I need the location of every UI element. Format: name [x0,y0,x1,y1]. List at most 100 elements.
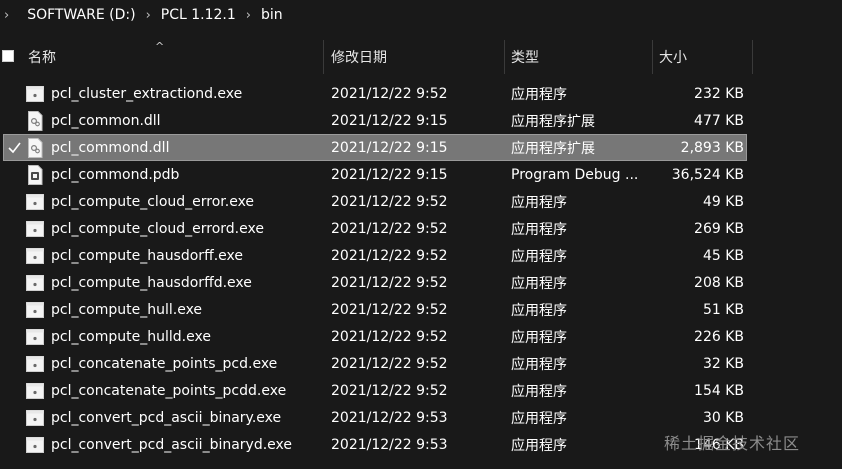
chevron-right-icon[interactable]: › [0,8,27,23]
column-header-size[interactable]: 大小 [653,40,753,74]
column-header-date-label: 修改日期 [331,50,387,66]
column-header: 名称 修改日期 类型 大小 [0,40,842,74]
exe-icon [25,350,45,377]
dll-icon [25,107,45,134]
file-date: 2021/12/22 9:53 [331,409,448,426]
column-header-type-label: 类型 [511,50,539,66]
file-size: 477 KB [694,112,744,129]
exe-icon [25,431,45,458]
column-header-size-label: 大小 [659,50,687,66]
list-item[interactable]: pcl_compute_cloud_errord.exe 2021/12/22 9… [0,215,842,242]
checkbox-checked-icon[interactable] [7,140,22,155]
exe-icon [25,215,45,242]
file-name[interactable]: pcl_concatenate_points_pcdd.exe [51,377,323,404]
file-date: 2021/12/22 9:52 [331,382,448,399]
file-size: 154 KB [694,382,744,399]
file-type: 应用程序 [511,86,567,103]
list-item[interactable]: pcl_cluster_extractiond.exe 2021/12/22 9:… [0,80,842,107]
file-date: 2021/12/22 9:15 [331,139,448,156]
file-type: 应用程序 [511,383,567,400]
file-name[interactable]: pcl_concatenate_points_pcd.exe [51,350,323,377]
file-date: 2021/12/22 9:15 [331,112,448,129]
file-size: 269 KB [694,220,744,237]
list-item[interactable]: pcl_commond.dll 2021/12/22 9:15 应用程序扩展 2,89… [0,134,842,161]
list-item[interactable]: pcl_commond.pdb 2021/12/22 9:15 Program De… [0,161,842,188]
list-item[interactable]: pcl_compute_hausdorffd.exe 2021/12/22 9:5… [0,269,842,296]
file-name[interactable]: pcl_compute_hausdorff.exe [51,242,323,269]
list-item[interactable]: pcl_concatenate_points_pcdd.exe 2021/12/2… [0,377,842,404]
pdb-icon [25,161,45,188]
file-name[interactable]: pcl_compute_cloud_errord.exe [51,215,323,242]
exe-icon [25,242,45,269]
file-size: 36,524 KB [671,166,744,183]
exe-icon [25,269,45,296]
file-type: Program Debug ... [511,166,639,183]
exe-icon [25,323,45,350]
list-item[interactable]: pcl_concatenate_points_pcd.exe 2021/12/22… [0,350,842,377]
file-type: 应用程序 [511,194,567,211]
list-item[interactable]: pcl_convert_pcd_ascii_binary.exe 2021/12/… [0,404,842,431]
file-name[interactable]: pcl_compute_hausdorffd.exe [51,269,323,296]
file-type: 应用程序 [511,410,567,427]
file-date: 2021/12/22 9:52 [331,220,448,237]
file-date: 2021/12/22 9:52 [331,328,448,345]
file-date: 2021/12/22 9:52 [331,355,448,372]
file-size: 2,893 KB [680,139,744,156]
breadcrumb-item-bin[interactable]: bin [261,7,283,23]
column-header-name[interactable]: 名称 [22,40,324,74]
exe-icon [25,188,45,215]
file-date: 2021/12/22 9:52 [331,247,448,264]
file-date: 2021/12/22 9:52 [331,85,448,102]
select-all-checkbox[interactable] [2,50,14,62]
file-type: 应用程序扩展 [511,140,595,157]
exe-icon [25,80,45,107]
file-size: 49 KB [702,193,744,210]
column-header-type[interactable]: 类型 [505,40,653,74]
file-type: 应用程序 [511,356,567,373]
file-name[interactable]: pcl_commond.dll [51,134,323,161]
file-name[interactable]: pcl_cluster_extractiond.exe [51,80,323,107]
list-item[interactable]: pcl_compute_cloud_error.exe 2021/12/22 9:… [0,188,842,215]
file-date: 2021/12/22 9:53 [331,436,448,453]
file-size: 51 KB [702,301,744,318]
list-item[interactable]: pcl_compute_hull.exe 2021/12/22 9:52 应用程序 5… [0,296,842,323]
file-type: 应用程序 [511,302,567,319]
file-type: 应用程序 [511,248,567,265]
file-name[interactable]: pcl_commond.pdb [51,161,323,188]
file-size: 45 KB [702,247,744,264]
column-header-name-label: 名称 [28,50,56,66]
exe-icon [25,296,45,323]
file-date: 2021/12/22 9:52 [331,301,448,318]
breadcrumb: › SOFTWARE (D:) › PCL 1.12.1 › bin [0,0,842,30]
file-name[interactable]: pcl_common.dll [51,107,323,134]
exe-icon [25,377,45,404]
chevron-right-icon[interactable]: › [136,8,161,23]
sort-ascending-icon: ^ [155,40,165,53]
breadcrumb-item-pcl[interactable]: PCL 1.12.1 [161,7,236,23]
file-date: 2021/12/22 9:52 [331,274,448,291]
file-size: 208 KB [694,274,744,291]
list-item[interactable]: pcl_compute_hulld.exe 2021/12/22 9:52 应用程序… [0,323,842,350]
breadcrumb-item-drive[interactable]: SOFTWARE (D:) [27,7,135,23]
list-item[interactable]: pcl_compute_hausdorff.exe 2021/12/22 9:52… [0,242,842,269]
file-list: pcl_cluster_extractiond.exe 2021/12/22 9:… [0,74,842,469]
watermark: 稀土掘金技术社区 [664,434,801,453]
file-name[interactable]: pcl_convert_pcd_ascii_binaryd.exe [51,431,323,458]
file-name[interactable]: pcl_compute_hull.exe [51,296,323,323]
file-type: 应用程序 [511,221,567,238]
file-name[interactable]: pcl_convert_pcd_ascii_binary.exe [51,404,323,431]
file-type: 应用程序 [511,437,567,454]
file-name[interactable]: pcl_compute_hulld.exe [51,323,323,350]
file-name[interactable]: pcl_compute_cloud_error.exe [51,188,323,215]
file-size: 32 KB [702,355,744,372]
file-size: 30 KB [702,409,744,426]
list-item[interactable]: pcl_common.dll 2021/12/22 9:15 应用程序扩展 477 K… [0,107,842,134]
file-type: 应用程序扩展 [511,113,595,130]
file-date: 2021/12/22 9:52 [331,193,448,210]
column-header-date[interactable]: 修改日期 [325,40,505,74]
file-date: 2021/12/22 9:15 [331,166,448,183]
chevron-right-icon[interactable]: › [236,8,261,23]
file-type: 应用程序 [511,329,567,346]
file-type: 应用程序 [511,275,567,292]
file-size: 232 KB [694,85,744,102]
